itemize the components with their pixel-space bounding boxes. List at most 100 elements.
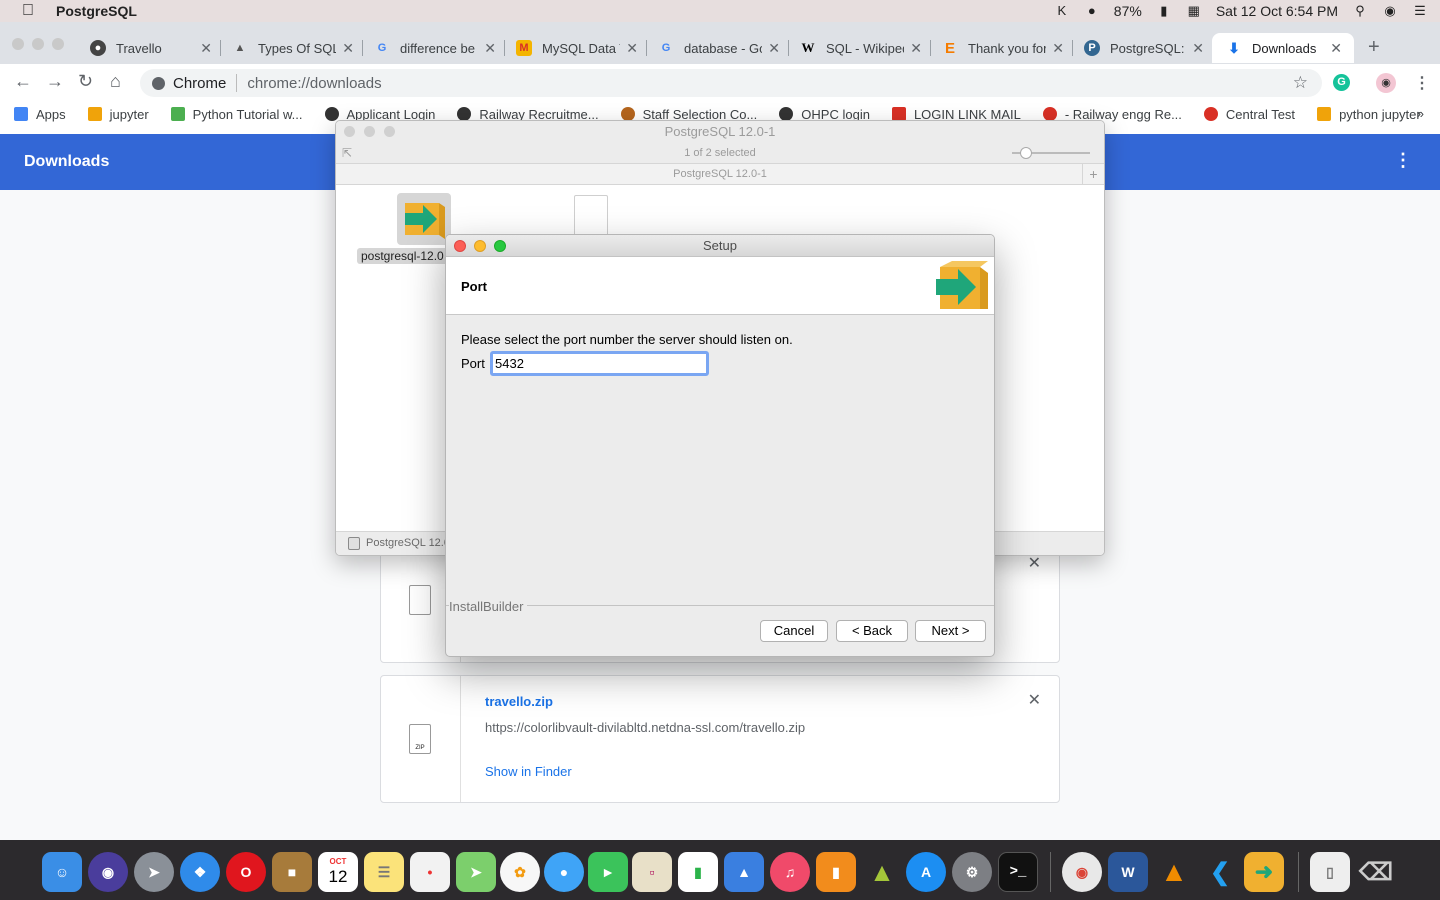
chrome-menu-icon[interactable]: ⋮: [1414, 73, 1430, 93]
bookmark-python-tutorial[interactable]: Python Tutorial w...: [170, 107, 303, 122]
remove-download-icon[interactable]: ✕: [1028, 690, 1041, 710]
siri-app-icon[interactable]: ◉: [88, 852, 128, 892]
window-zoom-button[interactable]: [52, 38, 64, 50]
chrome-icon: [152, 76, 165, 90]
dialog-minimize-button[interactable]: [474, 240, 486, 252]
tab-difference-between[interactable]: G difference be ✕: [374, 33, 496, 63]
battery-percent[interactable]: 87%: [1114, 3, 1142, 19]
tab-sql-wikipedia[interactable]: W SQL - Wikiped ✕: [800, 33, 923, 63]
preview-app-icon[interactable]: ▫: [632, 852, 672, 892]
books-app-icon[interactable]: ▮: [816, 852, 856, 892]
dialog-close-button[interactable]: [454, 240, 466, 252]
downloads-stack-icon[interactable]: ▯: [1310, 852, 1350, 892]
tab-downloads[interactable]: ⬇ Downloads ✕: [1212, 33, 1354, 63]
battery-icon[interactable]: ▮: [1156, 4, 1172, 18]
remove-download-icon[interactable]: ✕: [1028, 553, 1041, 573]
postgresql-installer-icon[interactable]: ➜: [1244, 852, 1284, 892]
bookmark-central-test[interactable]: Central Test: [1203, 107, 1295, 122]
system-preferences-icon[interactable]: ⚙: [952, 852, 992, 892]
maps-app-icon[interactable]: ➤: [456, 852, 496, 892]
document-file-icon[interactable]: [574, 195, 608, 239]
cancel-button[interactable]: Cancel: [760, 620, 828, 642]
port-input[interactable]: [490, 351, 709, 376]
opera-app-icon[interactable]: O: [226, 852, 266, 892]
keynote-app-icon[interactable]: ▲: [724, 852, 764, 892]
calendar-menu-icon[interactable]: ▦: [1186, 4, 1202, 18]
notes-app-icon[interactable]: ☰: [364, 852, 404, 892]
home-icon[interactable]: ⌂: [110, 71, 121, 92]
close-tab-icon[interactable]: ✕: [484, 40, 496, 57]
forward-arrow-icon[interactable]: →: [46, 71, 64, 92]
icon-size-slider-knob[interactable]: [1020, 147, 1032, 159]
close-tab-icon[interactable]: ✕: [626, 40, 638, 57]
apple-menu-icon[interactable]: : [0, 2, 56, 20]
close-tab-icon[interactable]: ✕: [200, 40, 212, 57]
bookmark-python-jupyter[interactable]: python jupyter: [1317, 107, 1421, 122]
trash-icon[interactable]: ⌫: [1356, 852, 1396, 892]
calendar-app-icon[interactable]: OCT 12: [318, 852, 358, 892]
tab-mysql-data-types[interactable]: M MySQL Data T ✕: [516, 33, 638, 63]
new-tab-button[interactable]: +: [1368, 36, 1380, 59]
terminal-app-icon[interactable]: >_: [998, 852, 1038, 892]
wifi-icon[interactable]: ●: [1084, 4, 1100, 18]
add-tab-button[interactable]: +: [1082, 164, 1104, 184]
back-button[interactable]: < Back: [836, 620, 908, 642]
close-tab-icon[interactable]: ✕: [1052, 40, 1064, 57]
itunes-app-icon[interactable]: ♫: [770, 852, 810, 892]
close-tab-icon[interactable]: ✕: [910, 40, 922, 57]
more-actions-icon[interactable]: ⋮: [1394, 150, 1412, 171]
tab-travello[interactable]: ● Travello ✕: [90, 33, 212, 63]
more-bookmarks-icon[interactable]: »: [1417, 106, 1424, 121]
installer-file-label[interactable]: postgresql-12.0: [357, 248, 452, 264]
safari-app-icon[interactable]: ❖: [180, 852, 220, 892]
window-zoom-button[interactable]: [384, 126, 395, 137]
vscode-app-icon[interactable]: ❮: [1200, 852, 1240, 892]
tab-database-google[interactable]: G database - Go ✕: [658, 33, 780, 63]
finder-app-icon[interactable]: ☺: [42, 852, 82, 892]
tab-types-of-sql[interactable]: ▲ Types Of SQL ✕: [232, 33, 354, 63]
launchpad-app-icon[interactable]: ➤: [134, 852, 174, 892]
spotlight-search-icon[interactable]: ⚲: [1352, 4, 1368, 18]
notification-center-icon[interactable]: ☰: [1412, 4, 1428, 18]
app-store-icon[interactable]: A: [906, 852, 946, 892]
reload-icon[interactable]: ↻: [78, 71, 93, 92]
chrome-app-icon[interactable]: ◉: [1062, 852, 1102, 892]
download-source-url[interactable]: https://colorlibvault-divilabltd.netdna-…: [485, 720, 805, 735]
dialog-zoom-button[interactable]: [494, 240, 506, 252]
close-tab-icon[interactable]: ✕: [342, 40, 354, 57]
window-close-button[interactable]: [12, 38, 24, 50]
photos-app-icon[interactable]: ✿: [500, 852, 540, 892]
reminders-app-icon[interactable]: •: [410, 852, 450, 892]
window-close-button[interactable]: [344, 126, 355, 137]
toolbar-toggle-icon[interactable]: ⇱: [342, 143, 352, 163]
android-studio-icon[interactable]: ▲: [862, 852, 902, 892]
back-arrow-icon[interactable]: ←: [14, 71, 32, 92]
profile-avatar-icon[interactable]: ◉: [1376, 73, 1396, 93]
show-in-finder-link[interactable]: Show in Finder: [485, 764, 572, 779]
address-bar[interactable]: Chrome chrome://downloads ☆: [140, 69, 1322, 97]
bookmark-jupyter[interactable]: jupyter: [87, 107, 149, 122]
bookmark-apps[interactable]: Apps: [14, 107, 66, 122]
facetime-app-icon[interactable]: ►: [588, 852, 628, 892]
window-minimize-button[interactable]: [32, 38, 44, 50]
window-minimize-button[interactable]: [364, 126, 375, 137]
vlc-app-icon[interactable]: ▲: [1154, 852, 1194, 892]
bluetooth-icon[interactable]: K: [1054, 4, 1070, 18]
messages-app-icon[interactable]: ●: [544, 852, 584, 892]
close-tab-icon[interactable]: ✕: [1330, 40, 1342, 57]
menu-bar-clock[interactable]: Sat 12 Oct 6:54 PM: [1216, 3, 1338, 19]
close-tab-icon[interactable]: ✕: [768, 40, 780, 57]
grammarly-extension-icon[interactable]: G: [1333, 74, 1350, 91]
contacts-app-icon[interactable]: ■: [272, 852, 312, 892]
word-app-icon[interactable]: W: [1108, 852, 1148, 892]
bookmark-star-icon[interactable]: ☆: [1293, 73, 1308, 93]
installer-app-icon[interactable]: [397, 193, 451, 245]
next-button[interactable]: Next >: [915, 620, 986, 642]
active-app-name[interactable]: PostgreSQL: [56, 3, 137, 19]
close-tab-icon[interactable]: ✕: [1192, 40, 1204, 57]
numbers-app-icon[interactable]: ▮: [678, 852, 718, 892]
tab-thank-you[interactable]: E Thank you for ✕: [942, 33, 1064, 63]
download-file-name[interactable]: travello.zip: [485, 694, 553, 709]
siri-icon[interactable]: ◉: [1382, 4, 1398, 18]
tab-postgresql[interactable]: P PostgreSQL: I ✕: [1084, 33, 1204, 63]
